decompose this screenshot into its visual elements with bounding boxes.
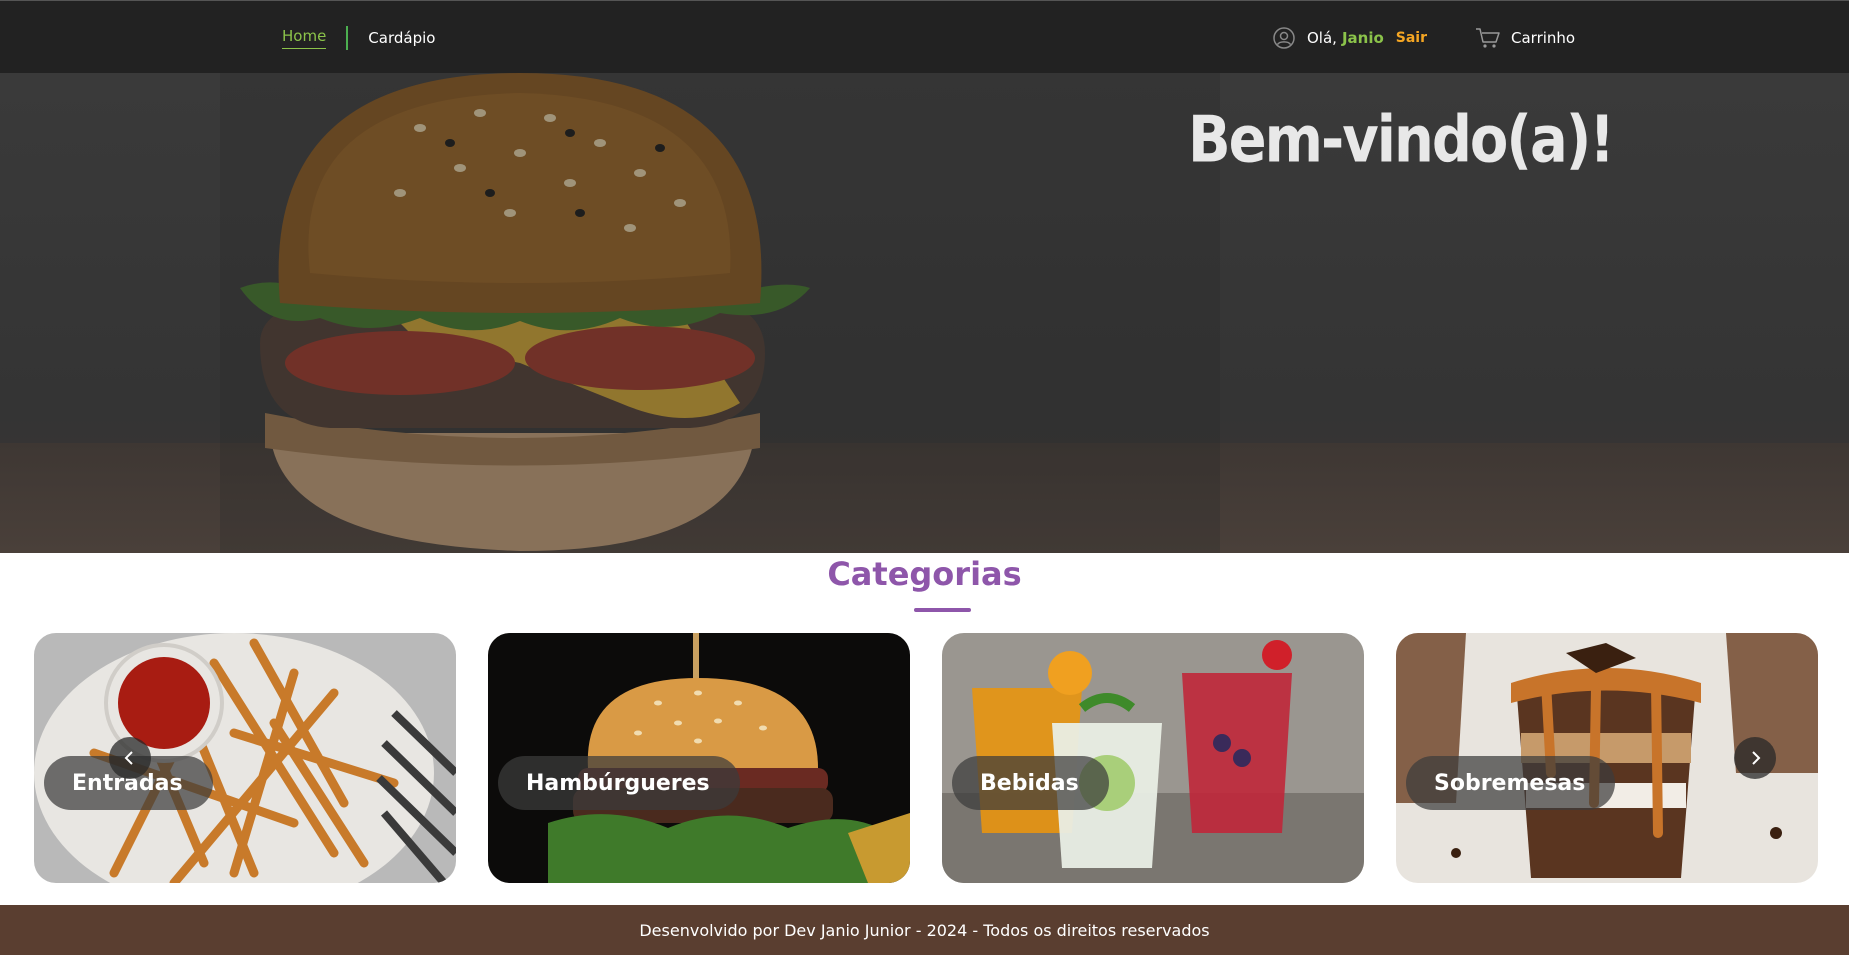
carousel-next-button[interactable]	[1734, 737, 1776, 779]
categories-title: Categorias	[827, 555, 1022, 593]
user-area: Olá, Janio Sair Carrinho	[1272, 1, 1575, 74]
greeting-text: Olá,	[1307, 28, 1337, 47]
cart-link[interactable]: Carrinho	[1475, 26, 1575, 50]
username-text: Janio	[1341, 28, 1384, 47]
category-card-hamburgueres[interactable]: Hambúrgueres	[488, 633, 910, 883]
page-footer: Desenvolvido por Dev Janio Junior - 2024…	[0, 905, 1849, 955]
nav-links: Home Cardápio	[282, 1, 435, 74]
category-card-bebidas[interactable]: Bebidas	[942, 633, 1364, 883]
nav-home-link[interactable]: Home	[282, 27, 327, 49]
nav-menu-link[interactable]: Cardápio	[368, 29, 435, 47]
carousel-prev-button[interactable]	[109, 737, 151, 779]
hero-title: Bem-vindo(a)!	[1188, 103, 1615, 178]
hero-banner: Bem-vindo(a)!	[0, 73, 1849, 553]
top-navbar: Home Cardápio Olá, Janio Sair Carrinho	[0, 0, 1849, 73]
chevron-left-icon	[124, 751, 133, 765]
category-card-entradas[interactable]: Entradas	[34, 633, 456, 883]
nav-divider	[346, 25, 349, 50]
footer-text: Desenvolvido por Dev Janio Junior - 2024…	[639, 920, 1210, 940]
cart-label: Carrinho	[1511, 28, 1576, 47]
cart-icon	[1476, 27, 1500, 48]
category-label: Hambúrgueres	[498, 756, 740, 810]
logout-link[interactable]: Sair	[1396, 30, 1427, 46]
category-label: Sobremesas	[1406, 756, 1616, 810]
categories-underline	[914, 608, 971, 612]
hero-burger-image	[220, 73, 1220, 553]
category-label: Bebidas	[952, 756, 1109, 810]
user-icon	[1273, 26, 1295, 49]
chevron-right-icon	[1752, 751, 1761, 765]
